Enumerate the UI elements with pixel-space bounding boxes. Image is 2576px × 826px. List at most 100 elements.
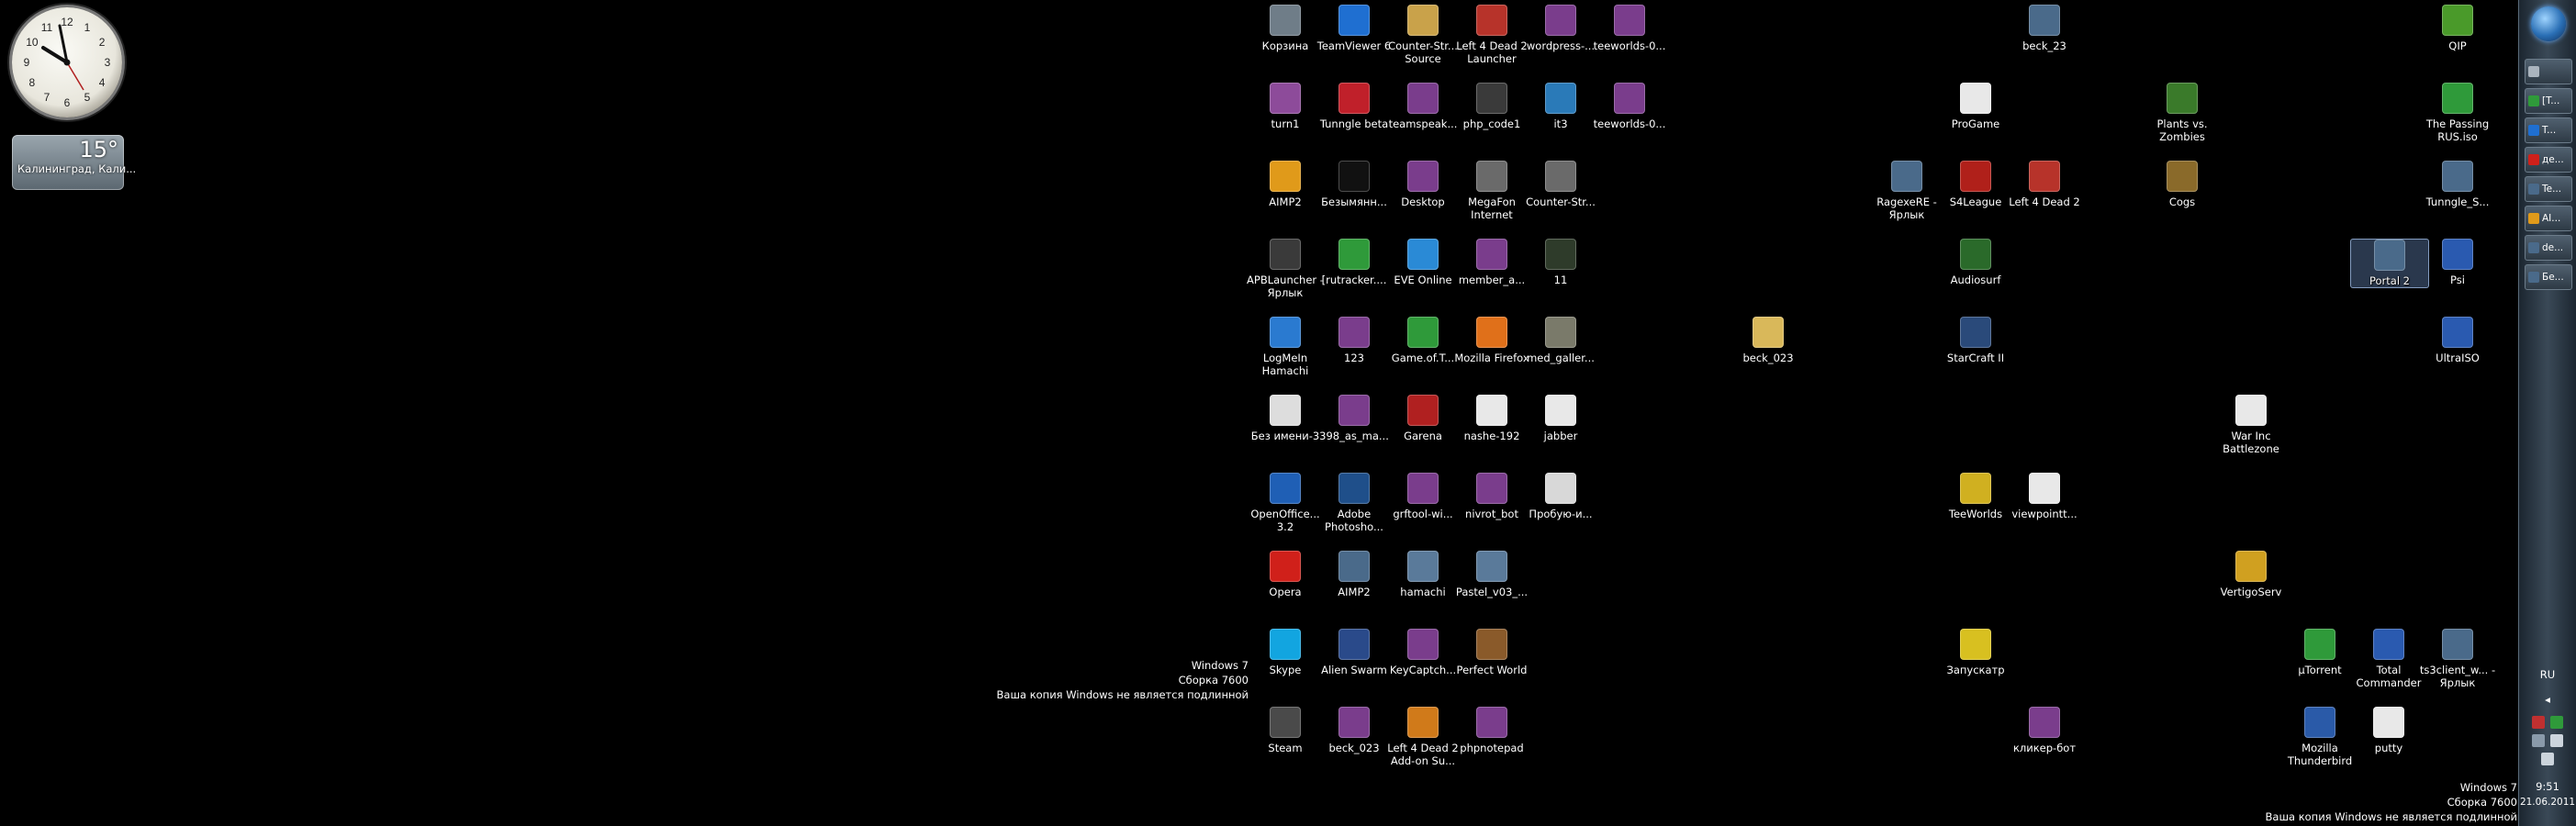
desktop-icon[interactable]: ProGame bbox=[1937, 83, 2014, 130]
desktop-icon[interactable]: The Passing RUS.iso bbox=[2419, 83, 2496, 143]
desktop-icon[interactable]: War Inc Battlezone bbox=[2212, 395, 2290, 455]
flag-tray-icon[interactable] bbox=[2550, 734, 2563, 747]
desktop-icon[interactable]: TeeWorlds bbox=[1937, 473, 2014, 520]
desktop-icon[interactable]: Counter-Str... bbox=[1522, 161, 1599, 208]
desktop-icon[interactable]: OpenOffice... 3.2 bbox=[1247, 473, 1324, 533]
desktop-icon[interactable]: php_code1 bbox=[1453, 83, 1530, 130]
desktop-icon[interactable]: ts3client_w... - Ярлык bbox=[2419, 629, 2496, 689]
desktop-icon[interactable]: Left 4 Dead 2 bbox=[2006, 161, 2083, 208]
start-button[interactable] bbox=[2531, 6, 2566, 41]
desktop-icon[interactable]: Psi bbox=[2419, 239, 2496, 286]
desktop-icon[interactable]: EVE Online bbox=[1384, 239, 1462, 286]
desktop-icon[interactable]: KeyCaptch... bbox=[1384, 629, 1462, 676]
desktop-icon[interactable]: beck_023 bbox=[1730, 317, 1807, 364]
taskbar-window-button[interactable]: [T... bbox=[2525, 88, 2572, 114]
desktop-icon[interactable]: S4League bbox=[1937, 161, 2014, 208]
shortcut-icon bbox=[2442, 161, 2473, 192]
desktop-icon[interactable]: LogMeIn Hamachi bbox=[1247, 317, 1324, 377]
language-indicator[interactable]: RU bbox=[2519, 668, 2576, 681]
network-tray-icon[interactable] bbox=[2532, 716, 2545, 729]
desktop-icon[interactable]: StarCraft II bbox=[1937, 317, 2014, 364]
desktop-icon[interactable]: VertigoServ bbox=[2212, 551, 2290, 598]
desktop-icon[interactable]: Perfect World bbox=[1453, 629, 1530, 676]
desktop-icon[interactable]: Tunngle beta bbox=[1316, 83, 1393, 130]
desktop-icon[interactable]: 123 bbox=[1316, 317, 1393, 364]
desktop-icon[interactable]: putty bbox=[2350, 707, 2427, 754]
desktop-icon[interactable]: phpnotepad bbox=[1453, 707, 1530, 754]
desktop-icon[interactable]: it3 bbox=[1522, 83, 1599, 130]
desktop-icon[interactable]: RagexeRE - Ярлык bbox=[1868, 161, 1945, 221]
desktop-icon[interactable]: Корзина bbox=[1247, 5, 1324, 52]
desktop-icon[interactable]: hamachi bbox=[1384, 551, 1462, 598]
perfect-world-icon bbox=[1476, 629, 1507, 660]
desktop-icon[interactable]: beck_23 bbox=[2006, 5, 2083, 52]
desktop-icon[interactable]: Cogs bbox=[2144, 161, 2221, 208]
desktop-icon[interactable]: Запускатр bbox=[1937, 629, 2014, 676]
desktop-icon[interactable]: jabber bbox=[1522, 395, 1599, 442]
taskbar-window-button[interactable]: Te... bbox=[2525, 176, 2572, 202]
desktop-icon[interactable]: grftool-wi... bbox=[1384, 473, 1462, 520]
desktop-icon[interactable]: Garena bbox=[1384, 395, 1462, 442]
desktop-icon[interactable]: TeamViewer 6 bbox=[1316, 5, 1393, 52]
photoshop-icon bbox=[1338, 473, 1370, 504]
desktop-icon[interactable]: beck_023 bbox=[1316, 707, 1393, 754]
desktop-icon[interactable]: med_galler... bbox=[1522, 317, 1599, 364]
desktop-icon[interactable]: Pastel_v03_... bbox=[1453, 551, 1530, 598]
desktop-icon[interactable]: Portal 2 bbox=[2350, 239, 2429, 288]
desktop-icon[interactable]: nashe-192 bbox=[1453, 395, 1530, 442]
desktop-icon[interactable]: 11 bbox=[1522, 239, 1599, 286]
desktop-icon[interactable]: Audiosurf bbox=[1937, 239, 2014, 286]
desktop-icon[interactable]: UltraISO bbox=[2419, 317, 2496, 364]
desktop-icon[interactable]: nivrot_bot bbox=[1453, 473, 1530, 520]
desktop-icon[interactable]: Left 4 Dead 2 Launcher bbox=[1453, 5, 1530, 65]
taskbar-window-button[interactable]: de... bbox=[2525, 235, 2572, 261]
desktop-icon[interactable]: [rutracker.... bbox=[1316, 239, 1393, 286]
desktop-icon[interactable]: Counter-Str... Source bbox=[1384, 5, 1462, 65]
desktop-icon[interactable]: MegaFon Internet bbox=[1453, 161, 1530, 221]
desktop-icon[interactable]: Plants vs. Zombies bbox=[2144, 83, 2221, 143]
utorrent-tray-icon[interactable] bbox=[2550, 716, 2563, 729]
taskbar-window-button[interactable] bbox=[2525, 59, 2572, 84]
taskbar-window-button[interactable]: AI... bbox=[2525, 206, 2572, 231]
tray-expand-icon[interactable]: ◂ bbox=[2519, 693, 2576, 706]
desktop-icon[interactable]: Desktop bbox=[1384, 161, 1462, 208]
desktop-icon[interactable]: AIMP2 bbox=[1316, 551, 1393, 598]
desktop-icon[interactable]: viewpointt... bbox=[2006, 473, 2083, 520]
taskbar-window-button[interactable]: де... bbox=[2525, 147, 2572, 173]
desktop-icon[interactable]: Steam bbox=[1247, 707, 1324, 754]
desktop-icon[interactable]: Left 4 Dead 2 Add-on Su... bbox=[1384, 707, 1462, 767]
clock-gadget[interactable]: 12 1 2 3 4 5 6 7 8 9 10 11 bbox=[12, 7, 122, 117]
desktop-icon[interactable]: turn1 bbox=[1247, 83, 1324, 130]
counter-strike-icon bbox=[1545, 161, 1576, 192]
taskbar-window-button[interactable]: T... bbox=[2525, 117, 2572, 143]
taskbar-window-button[interactable]: Бе... bbox=[2525, 264, 2572, 290]
desktop-icon[interactable]: 398_as_ma... bbox=[1316, 395, 1393, 442]
desktop-icon[interactable]: teeworlds-0... bbox=[1591, 83, 1668, 130]
desktop-icon[interactable]: APBLauncher - Ярлык bbox=[1247, 239, 1324, 299]
desktop-icon[interactable]: member_a... bbox=[1453, 239, 1530, 286]
desktop-icon[interactable]: teeworlds-0... bbox=[1591, 5, 1668, 52]
desktop-icon[interactable]: Mozilla Thunderbird bbox=[2281, 707, 2358, 767]
desktop-icon[interactable]: Opera bbox=[1247, 551, 1324, 598]
desktop-icon[interactable]: QIP bbox=[2419, 5, 2496, 52]
desktop-icon[interactable]: µTorrent bbox=[2281, 629, 2358, 676]
desktop-icon[interactable]: Adobe Photosho... bbox=[1316, 473, 1393, 533]
desktop-icon[interactable]: Mozilla Firefox bbox=[1453, 317, 1530, 364]
desktop-icon[interactable]: Game.of.T... bbox=[1384, 317, 1462, 364]
desktop-icon[interactable]: teamspeak... bbox=[1384, 83, 1462, 130]
clock-date[interactable]: 21.06.2011 bbox=[2519, 797, 2576, 808]
desktop-icon[interactable]: wordpress-... bbox=[1522, 5, 1599, 52]
desktop-icon[interactable]: Безымянн... bbox=[1316, 161, 1393, 208]
desktop-icon[interactable]: Без имени-3 bbox=[1247, 395, 1324, 442]
desktop-icon[interactable]: Skype bbox=[1247, 629, 1324, 676]
monitor-tray-icon[interactable] bbox=[2532, 734, 2545, 747]
desktop-icon[interactable]: Tunngle_S... bbox=[2419, 161, 2496, 208]
desktop-icon[interactable]: Alien Swarm bbox=[1316, 629, 1393, 676]
desktop-icon[interactable]: AIMP2 bbox=[1247, 161, 1324, 208]
weather-gadget[interactable]: 15° Калининград, Кали... bbox=[12, 135, 136, 190]
desktop-icon[interactable]: кликер-бот bbox=[2006, 707, 2083, 754]
volume-tray-icon[interactable] bbox=[2541, 753, 2554, 765]
desktop-icon[interactable]: Total Commander bbox=[2350, 629, 2427, 689]
desktop-icon[interactable]: Пробую-и... bbox=[1522, 473, 1599, 520]
clock-time[interactable]: 9:51 bbox=[2519, 780, 2576, 793]
